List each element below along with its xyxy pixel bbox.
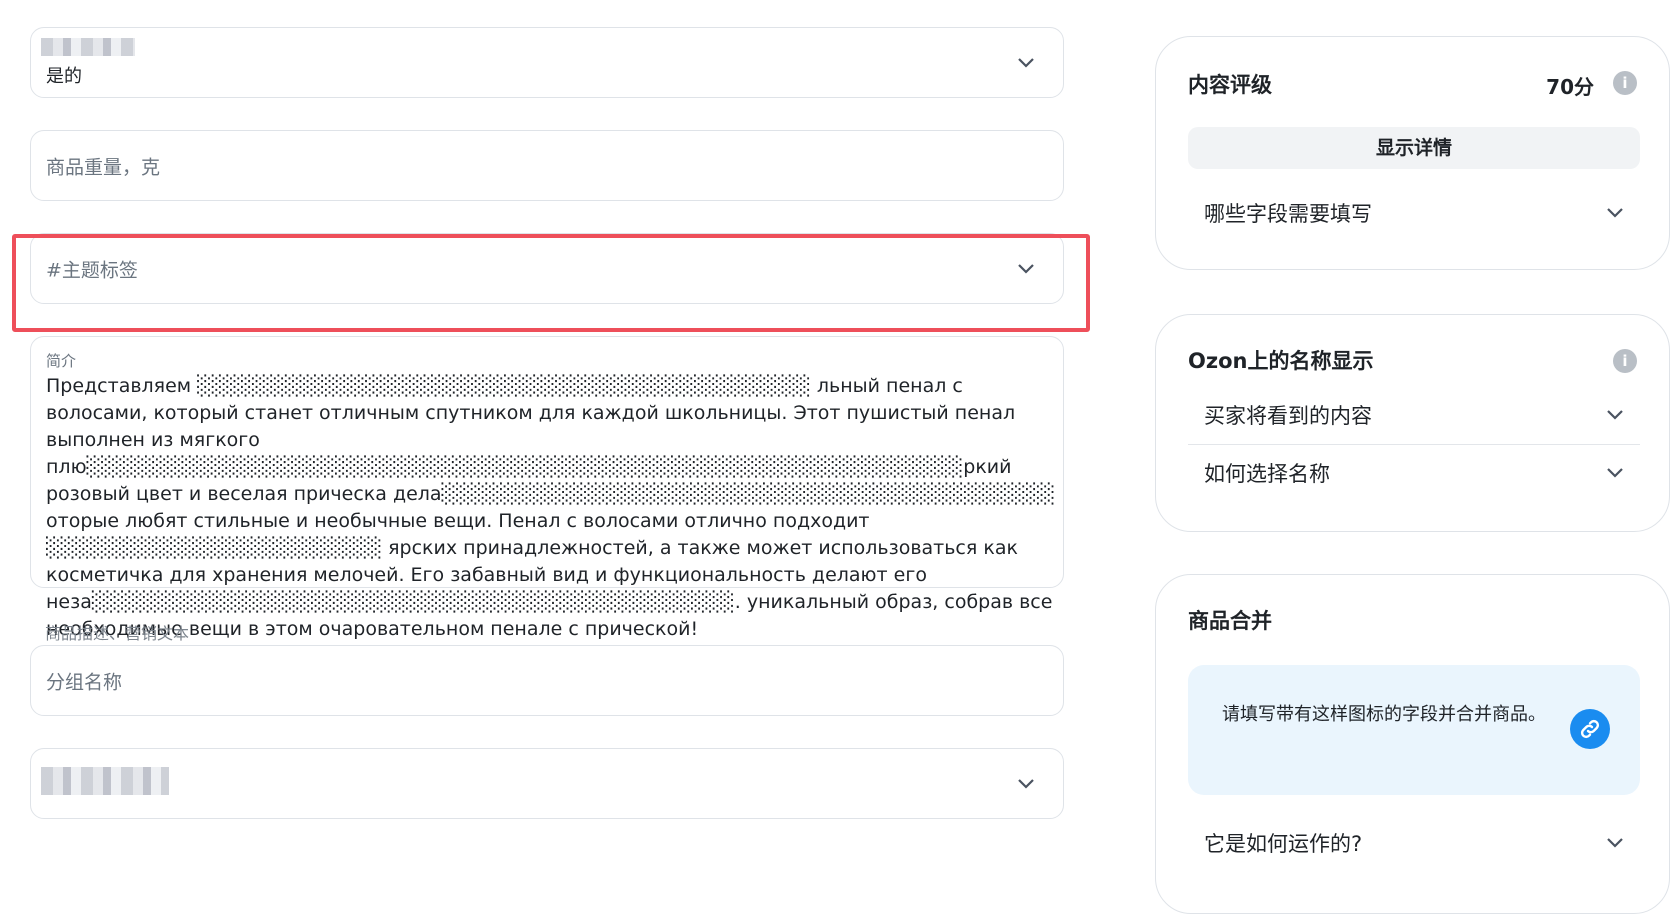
name-display-card: Ozon上的名称显示 i 买家将看到的内容 如何选择名称 (1155, 314, 1670, 532)
field-select-1[interactable]: 是的 (30, 27, 1064, 98)
how-it-works-label: 它是如何运作的? (1204, 832, 1363, 856)
merge-notice-box: 请填写带有这样图标的字段并合并商品。 (1188, 665, 1640, 795)
chevron-down-icon (1606, 207, 1624, 219)
merge-link-icon (1570, 709, 1610, 749)
required-fields-label: 哪些字段需要填写 (1204, 202, 1372, 226)
show-details-button[interactable]: 显示详情 (1188, 127, 1640, 169)
info-icon[interactable]: i (1613, 349, 1637, 373)
weight-input-placeholder: 商品重量，克 (46, 156, 161, 178)
how-choose-label: 如何选择名称 (1204, 462, 1330, 486)
info-icon[interactable]: i (1613, 71, 1637, 95)
chevron-down-icon (1017, 778, 1035, 790)
description-textarea[interactable]: 简介 Представляем ░░░░░░░░░░░░░░░░░░░░░░░░… (30, 336, 1064, 640)
chevron-down-icon (1606, 837, 1624, 849)
merge-notice-text: 请填写带有这样图标的字段并合并商品。 (1222, 704, 1546, 725)
chevron-down-icon (1606, 409, 1624, 421)
how-it-works-accordion[interactable]: 它是如何运作的? (1188, 815, 1640, 871)
content-rating-card: 内容评级 70分 i 显示详情 哪些字段需要填写 (1155, 36, 1670, 270)
description-helper-text: 商品描述、营销文本 (45, 624, 190, 643)
product-merge-title: 商品合并 (1188, 609, 1272, 633)
field-select-1-value: 是的 (46, 66, 82, 87)
description-label: 简介 (46, 352, 77, 370)
content-rating-score: 70分 (1546, 75, 1594, 99)
highlight-box (12, 234, 1090, 332)
name-display-title: Ozon上的名称显示 (1188, 349, 1374, 373)
blurred-field-label (41, 38, 135, 56)
description-text: Представляем ░░░░░░░░░░░░░░░░░░░░░░░░░░░… (46, 375, 1056, 640)
group-name-placeholder: 分组名称 (46, 671, 123, 693)
chevron-down-icon (1606, 467, 1624, 479)
weight-input[interactable]: 商品重量，克 (30, 130, 1064, 201)
content-rating-title: 内容评级 (1188, 73, 1272, 97)
blurred-field-value (41, 767, 169, 795)
chevron-down-icon (1017, 57, 1035, 69)
buyer-sees-accordion[interactable]: 买家将看到的内容 (1188, 387, 1640, 443)
required-fields-accordion[interactable]: 哪些字段需要填写 (1188, 185, 1640, 241)
product-merge-card: 商品合并 请填写带有这样图标的字段并合并商品。 它是如何运作的? (1155, 574, 1670, 914)
group-name-input[interactable]: 分组名称 (30, 645, 1064, 716)
buyer-sees-label: 买家将看到的内容 (1204, 404, 1372, 428)
how-choose-accordion[interactable]: 如何选择名称 (1188, 445, 1640, 501)
field-select-6[interactable] (30, 748, 1064, 819)
